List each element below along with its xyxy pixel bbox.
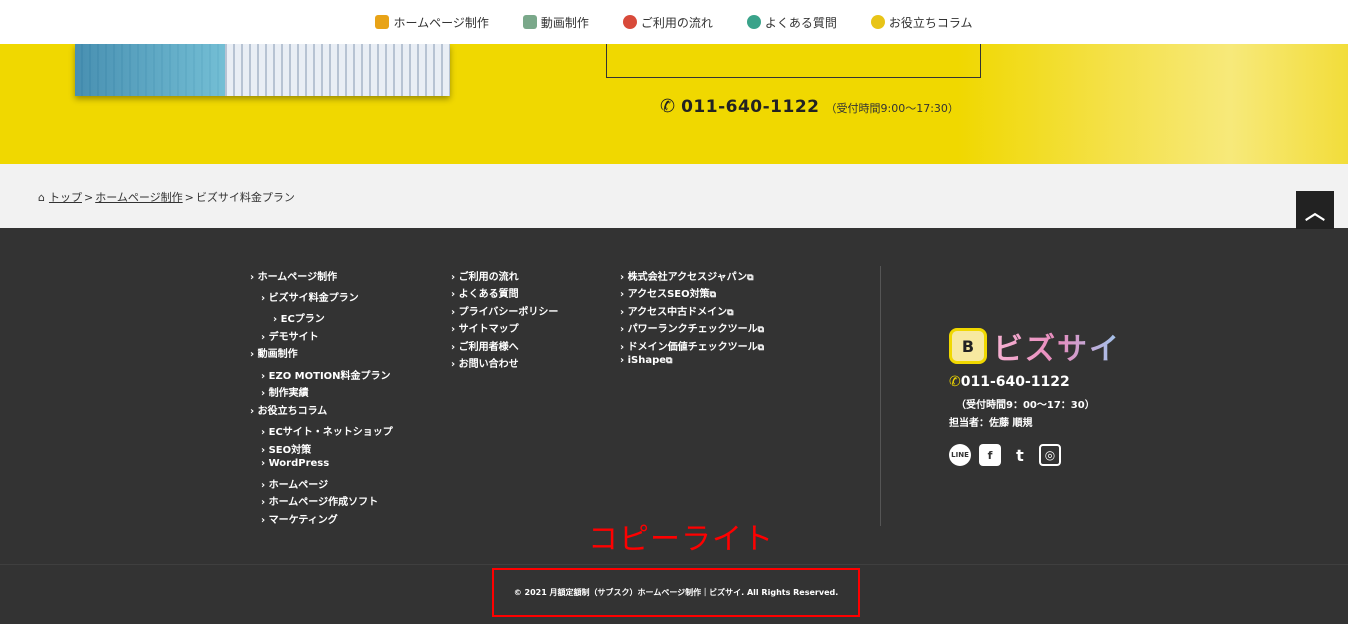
nav-item-column[interactable]: お役立ちコラム: [870, 14, 973, 31]
breadcrumb-bar: ⌂ トップ > ホームページ制作 > ビズサイ料金プラン: [0, 164, 1348, 228]
video-icon: [522, 15, 537, 29]
breadcrumb-link-top[interactable]: トップ: [49, 189, 82, 205]
footer-phone-number: 011-640-1122: [960, 374, 1070, 390]
footer-link[interactable]: サイトマップ: [451, 320, 519, 335]
hero-phone-number: 011-640-1122: [681, 97, 820, 117]
twitter-icon[interactable]: t: [1009, 444, 1031, 466]
breadcrumb-separator: >: [184, 190, 194, 204]
breadcrumb-link-homepage[interactable]: ホームページ制作: [95, 189, 182, 205]
footer-divider: [880, 266, 881, 526]
footer-link-label: 株式会社アクセスジャパン: [627, 272, 748, 283]
footer-external-link[interactable]: 株式会社アクセスジャパン⧉: [620, 268, 754, 283]
footer-link[interactable]: EZO MOTION料金プラン: [261, 367, 391, 382]
line-icon[interactable]: LINE: [949, 444, 971, 466]
nav-item-label: ホームページ制作: [393, 15, 489, 30]
footer-external-link[interactable]: ドメイン価値チェックツール⧉: [620, 338, 764, 353]
footer-link[interactable]: ビズサイ料金プラン: [261, 289, 359, 304]
home-icon: ⌂: [38, 190, 45, 204]
footer-link[interactable]: ECプラン: [273, 310, 325, 325]
social-links: LINE f t ◎: [949, 444, 1061, 466]
hero-banner: ✆ 011-640-1122 （受付時間9:00～17:30）: [0, 44, 1348, 164]
footer-link[interactable]: 動画制作: [250, 345, 298, 360]
hero-phone[interactable]: ✆ 011-640-1122 （受付時間9:00～17:30）: [660, 96, 959, 117]
chevron-up-icon: ︿: [1305, 199, 1325, 224]
footer-link[interactable]: プライバシーポリシー: [451, 303, 559, 318]
external-link-icon: ⧉: [727, 308, 734, 318]
footer-external-link[interactable]: パワーランクチェックツール⧉: [620, 320, 764, 335]
external-link-icon: ⧉: [747, 273, 754, 283]
footer: ホームページ制作 ビズサイ料金プラン ECプラン デモサイト 動画制作 EZO …: [0, 228, 1348, 564]
footer-link[interactable]: お問い合わせ: [451, 355, 519, 370]
footer-external-link[interactable]: アクセスSEO対策⧉: [620, 285, 716, 300]
phone-icon: ✆: [660, 96, 676, 117]
footer-link[interactable]: ホームページ制作: [250, 268, 338, 283]
facebook-icon[interactable]: f: [979, 444, 1001, 466]
footer-hours: （受付時間9：00～17：30）: [956, 400, 1095, 411]
copyright-text: © 2021 月額定額制（サブスク）ホームページ制作｜ビズサイ. All Rig…: [513, 588, 839, 597]
footer-external-link[interactable]: iShape⧉: [620, 355, 673, 366]
footer-link[interactable]: ホームページ: [261, 476, 329, 491]
nav-item-video[interactable]: 動画制作: [522, 14, 589, 31]
breadcrumb-current: ビズサイ料金プラン: [195, 191, 295, 204]
nav-item-faq[interactable]: よくある質問: [746, 14, 837, 31]
footer-link-label: アクセス中古ドメイン: [627, 307, 728, 318]
scroll-to-top-button[interactable]: ︿: [1296, 191, 1334, 229]
footer-link-label: iShape: [627, 355, 667, 366]
external-link-icon: ⧉: [666, 356, 673, 366]
phone-icon: ✆: [949, 374, 961, 390]
footer-link[interactable]: ホームページ作成ソフト: [261, 493, 379, 508]
footer-link[interactable]: お役立ちコラム: [250, 402, 328, 417]
footer-logo[interactable]: B ビズサイ: [949, 324, 1121, 368]
logo-wordmark: ビズサイ: [993, 324, 1121, 368]
nav-item-label: ご利用の流れ: [640, 15, 713, 30]
external-link-icon: ⧉: [709, 290, 717, 300]
footer-external-link[interactable]: アクセス中古ドメイン⧉: [620, 303, 734, 318]
hero-background-photo: [958, 44, 1348, 164]
footer-phone[interactable]: ✆011-640-1122: [949, 374, 1070, 390]
external-link-icon: ⧉: [757, 343, 765, 353]
footer-link[interactable]: マーケティング: [261, 511, 338, 526]
hero-cta-box: [606, 44, 981, 78]
footer-link-label: パワーランクチェックツール: [627, 324, 758, 335]
logo-mark: B: [949, 328, 987, 364]
footer-link[interactable]: デモサイト: [261, 328, 319, 343]
nav-item-flow[interactable]: ご利用の流れ: [622, 14, 713, 31]
footer-contact-person: 担当者：佐藤 順規: [949, 418, 1033, 429]
footer-link[interactable]: ご利用者様へ: [451, 338, 519, 353]
annotation-label: コピーライト: [588, 522, 774, 557]
copyright-bar: © 2021 月額定額制（サブスク）ホームページ制作｜ビズサイ. All Rig…: [0, 564, 1348, 624]
homepage-icon: [375, 15, 390, 29]
footer-link[interactable]: SEO対策: [261, 441, 312, 456]
footer-link[interactable]: 制作実績: [261, 384, 309, 399]
footer-link-label: ドメイン価値チェックツール: [627, 342, 758, 353]
nav-item-homepage[interactable]: ホームページ制作: [375, 14, 489, 31]
breadcrumb: ⌂ トップ > ホームページ制作 > ビズサイ料金プラン: [38, 189, 295, 205]
hero-photo-accent: [75, 44, 225, 96]
breadcrumb-separator: >: [83, 190, 94, 204]
column-icon: [870, 15, 885, 29]
copyright-highlight-box: © 2021 月額定額制（サブスク）ホームページ制作｜ビズサイ. All Rig…: [492, 568, 860, 617]
question-icon: [746, 15, 761, 29]
nav-item-label: よくある質問: [764, 15, 837, 30]
footer-link-label: アクセスSEO対策: [627, 289, 710, 300]
footer-link[interactable]: ECサイト・ネットショップ: [261, 423, 393, 438]
nav-item-label: 動画制作: [540, 15, 589, 30]
footer-link[interactable]: WordPress: [261, 458, 330, 469]
top-navigation: ホームページ制作 動画制作 ご利用の流れ よくある質問 お役立ちコラム: [0, 0, 1348, 44]
hero-photo: [75, 44, 450, 96]
instagram-icon[interactable]: ◎: [1039, 444, 1061, 466]
flow-icon: [622, 15, 637, 29]
hero-phone-hours: （受付時間9:00～17:30）: [825, 102, 959, 115]
footer-link[interactable]: よくある質問: [451, 285, 519, 300]
external-link-icon: ⧉: [757, 325, 765, 335]
nav-item-label: お役立ちコラム: [888, 15, 973, 30]
footer-link[interactable]: ご利用の流れ: [451, 268, 519, 283]
